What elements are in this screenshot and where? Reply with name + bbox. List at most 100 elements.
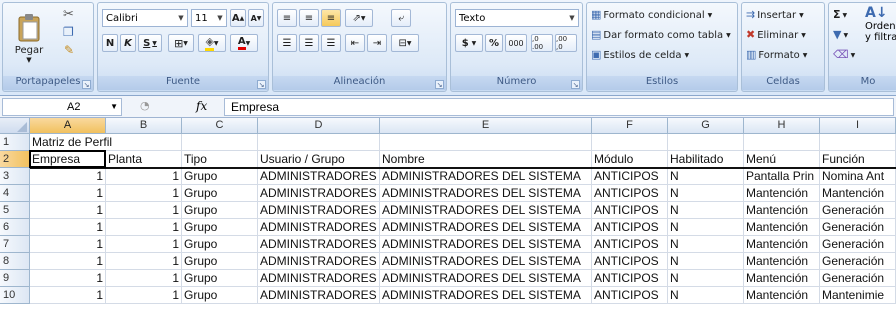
cell-f4[interactable]: ANTICIPOS (592, 185, 668, 202)
font-name-combo[interactable]: Calibri ▼ (102, 9, 188, 27)
align-top-button[interactable]: ≡ (277, 9, 297, 27)
chevron-down-icon[interactable]: ▼ (214, 10, 226, 26)
column-header-b[interactable]: B (106, 118, 182, 134)
cell-d1[interactable] (258, 134, 380, 151)
cell-c6[interactable]: Grupo (182, 219, 258, 236)
row-header-3[interactable]: 3 (0, 168, 30, 185)
formula-input[interactable]: Empresa (224, 98, 894, 116)
cell-b6[interactable]: 1 (106, 219, 182, 236)
cell-e2[interactable]: Nombre (380, 151, 592, 168)
cell-g9[interactable]: N (668, 270, 744, 287)
font-color-button[interactable]: A ▼ (230, 34, 258, 52)
cell-h7[interactable]: Mantención (744, 236, 820, 253)
cell-b3[interactable]: 1 (106, 168, 182, 185)
cell-g7[interactable]: N (668, 236, 744, 253)
row-header-10[interactable]: 10 (0, 287, 30, 304)
column-header-d[interactable]: D (258, 118, 380, 134)
cell-styles-button[interactable]: ▣ Estilos de celda ▼ (591, 47, 689, 63)
cell-i6[interactable]: Generación (820, 219, 896, 236)
alignment-launcher[interactable]: ↘ (435, 80, 444, 89)
column-header-f[interactable]: F (592, 118, 668, 134)
merge-center-button[interactable]: ⊟ ▼ (391, 34, 419, 52)
align-middle-button[interactable]: ≡ (299, 9, 319, 27)
bold-button[interactable]: N (102, 34, 118, 52)
cell-c2[interactable]: Tipo (182, 151, 258, 168)
cell-a5[interactable]: 1 (30, 202, 106, 219)
cell-d5[interactable]: ADMINISTRADORES (258, 202, 380, 219)
font-launcher[interactable]: ↘ (257, 80, 266, 89)
align-center-button[interactable]: ☰ (299, 34, 319, 52)
fill-color-button[interactable]: ◈ ▼ (198, 34, 226, 52)
align-right-button[interactable]: ☰ (321, 34, 341, 52)
decrease-indent-button[interactable]: ⇤ (345, 34, 365, 52)
cell-e4[interactable]: ADMINISTRADORES DEL SISTEMA (380, 185, 592, 202)
name-box[interactable]: A2 ▼ (2, 98, 122, 116)
cell-g5[interactable]: N (668, 202, 744, 219)
column-header-g[interactable]: G (668, 118, 744, 134)
orientation-button[interactable]: ⇗ ▼ (345, 9, 373, 27)
cell-c7[interactable]: Grupo (182, 236, 258, 253)
row-header-9[interactable]: 9 (0, 270, 30, 287)
cell-h4[interactable]: Mantención (744, 185, 820, 202)
column-header-c[interactable]: C (182, 118, 258, 134)
cell-h1[interactable] (744, 134, 820, 151)
cell-e9[interactable]: ADMINISTRADORES DEL SISTEMA (380, 270, 592, 287)
chevron-down-icon[interactable]: ▼ (110, 99, 118, 115)
cell-i2[interactable]: Función (820, 151, 896, 168)
cell-a6[interactable]: 1 (30, 219, 106, 236)
currency-button[interactable]: $ ▼ (455, 34, 483, 52)
cell-c5[interactable]: Grupo (182, 202, 258, 219)
cell-e1[interactable] (380, 134, 592, 151)
cell-f8[interactable]: ANTICIPOS (592, 253, 668, 270)
row-header-8[interactable]: 8 (0, 253, 30, 270)
cell-b8[interactable]: 1 (106, 253, 182, 270)
cell-c4[interactable]: Grupo (182, 185, 258, 202)
format-button[interactable]: ▥ Formato ▼ (746, 47, 807, 63)
copy-icon[interactable]: ❐ (63, 25, 74, 39)
column-header-i[interactable]: I (820, 118, 896, 134)
sort-filter-button[interactable]: A↓ Ordenar y filtrar (865, 5, 896, 69)
cell-g10[interactable]: N (668, 287, 744, 304)
number-format-combo[interactable]: Texto ▼ (455, 9, 579, 27)
cell-c1[interactable] (182, 134, 258, 151)
conditional-format-button[interactable]: ▦ Formato condicional ▼ (591, 7, 712, 23)
column-header-a[interactable]: A (30, 118, 106, 134)
cell-d2[interactable]: Usuario / Grupo (258, 151, 380, 168)
format-as-table-button[interactable]: ▤ Dar formato como tabla ▼ (591, 27, 731, 43)
cell-e6[interactable]: ADMINISTRADORES DEL SISTEMA (380, 219, 592, 236)
autosum-button[interactable]: Σ ▼ (833, 7, 847, 23)
cell-d4[interactable]: ADMINISTRADORES (258, 185, 380, 202)
delete-button[interactable]: ✖ Eliminar ▼ (746, 27, 806, 43)
borders-button[interactable]: ⊞ ▼ (168, 34, 194, 52)
cell-g1[interactable] (668, 134, 744, 151)
cell-b5[interactable]: 1 (106, 202, 182, 219)
cell-b9[interactable]: 1 (106, 270, 182, 287)
cell-d9[interactable]: ADMINISTRADORES (258, 270, 380, 287)
cell-a7[interactable]: 1 (30, 236, 106, 253)
brush-icon[interactable]: ✎ (64, 43, 74, 57)
cell-g8[interactable]: N (668, 253, 744, 270)
row-header-1[interactable]: 1 (0, 134, 30, 151)
cell-i5[interactable]: Generación (820, 202, 896, 219)
number-launcher[interactable]: ↘ (571, 80, 580, 89)
wrap-text-button[interactable]: ⤶ (391, 9, 411, 27)
cell-a2[interactable]: Empresa (30, 151, 106, 168)
cell-g6[interactable]: N (668, 219, 744, 236)
cell-b2[interactable]: Planta (106, 151, 182, 168)
cell-h8[interactable]: Mantención (744, 253, 820, 270)
clear-button[interactable]: ⌫ ▼ (833, 47, 855, 63)
cell-f9[interactable]: ANTICIPOS (592, 270, 668, 287)
cell-e3[interactable]: ADMINISTRADORES DEL SISTEMA (380, 168, 592, 185)
cell-f5[interactable]: ANTICIPOS (592, 202, 668, 219)
cell-i8[interactable]: Generación (820, 253, 896, 270)
cell-i7[interactable]: Generación (820, 236, 896, 253)
cell-c9[interactable]: Grupo (182, 270, 258, 287)
align-left-button[interactable]: ☰ (277, 34, 297, 52)
cell-d7[interactable]: ADMINISTRADORES (258, 236, 380, 253)
cell-a9[interactable]: 1 (30, 270, 106, 287)
cell-d10[interactable]: ADMINISTRADORES (258, 287, 380, 304)
cell-a10[interactable]: 1 (30, 287, 106, 304)
cell-a3[interactable]: 1 (30, 168, 106, 185)
font-size-combo[interactable]: 11 ▼ (191, 9, 227, 27)
underline-button[interactable]: S ▼ (138, 34, 162, 52)
